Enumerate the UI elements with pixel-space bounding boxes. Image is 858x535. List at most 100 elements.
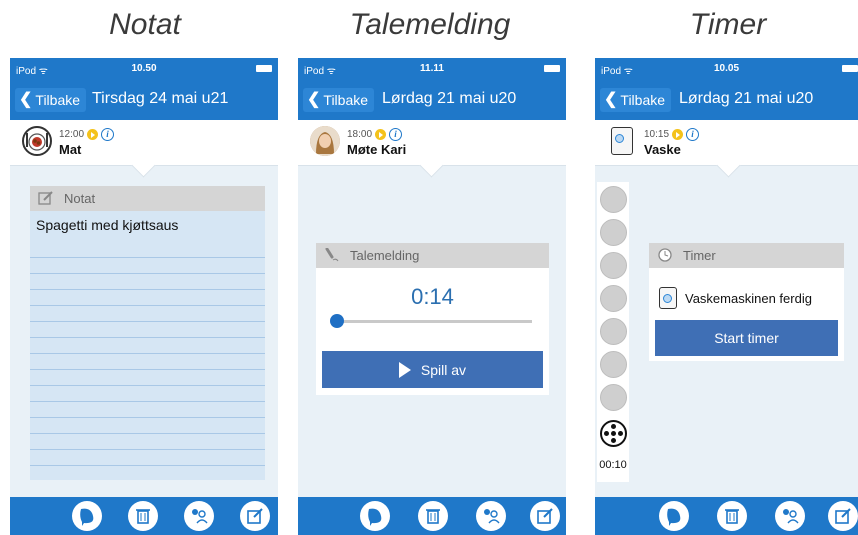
back-button[interactable]: ❮ Tilbake xyxy=(15,88,87,112)
start-timer-label: Start timer xyxy=(714,330,779,346)
caption-timer: Timer xyxy=(689,8,767,41)
card-header-label: Timer xyxy=(683,248,716,263)
status-time: 10.50 xyxy=(131,63,157,74)
speak-icon[interactable] xyxy=(72,501,102,531)
callout-pointer xyxy=(716,153,741,178)
event-header[interactable]: 10:15 i Vaske xyxy=(595,120,858,178)
contacts-icon[interactable] xyxy=(476,501,506,531)
edit-icon[interactable] xyxy=(530,501,560,531)
trash-icon[interactable] xyxy=(418,501,448,531)
callout-pointer xyxy=(419,153,444,178)
nav-title: Lørdag 21 mai u20 xyxy=(382,90,517,107)
event-time: 10:15 xyxy=(644,129,670,140)
play-icon[interactable] xyxy=(375,129,387,140)
clock-icon xyxy=(657,248,673,262)
washing-machine-icon xyxy=(607,126,637,156)
trash-icon[interactable] xyxy=(128,501,158,531)
edit-icon[interactable] xyxy=(828,501,858,531)
tab-bar xyxy=(595,497,858,535)
event-header[interactable]: 12:00 i Mat xyxy=(10,120,278,178)
play-icon[interactable] xyxy=(87,129,99,140)
card-header-label: Talemelding xyxy=(350,248,420,263)
status-bar: iPod ᯤ 10.50 xyxy=(10,58,278,80)
note-icon xyxy=(38,191,54,205)
start-timer-button[interactable]: Start timer xyxy=(655,320,838,356)
back-label: Tilbake xyxy=(620,92,666,108)
timer-dot xyxy=(600,186,627,213)
microphone-icon xyxy=(324,247,340,262)
note-text[interactable]: Spagetti med kjøttsaus xyxy=(30,211,265,239)
status-bar: iPod ᯤ 11.11 xyxy=(298,58,566,80)
timer-dice-icon xyxy=(600,420,627,447)
voice-card: Talemelding 0:14 Spill av xyxy=(316,243,549,395)
event-name: Vaske xyxy=(644,142,681,157)
timer-dot xyxy=(600,219,627,246)
back-button[interactable]: ❮ Tilbake xyxy=(303,88,375,112)
card-header: Timer xyxy=(649,243,844,268)
trash-icon[interactable] xyxy=(717,501,747,531)
nav-bar: ❮ Tilbake Tirsdag 24 mai u21 xyxy=(10,80,278,120)
meal-icon xyxy=(22,126,52,156)
event-time: 12:00 xyxy=(59,129,85,140)
caption-notat: Notat xyxy=(109,8,181,41)
timer-readout: 00:10 xyxy=(599,459,627,471)
timer-dot xyxy=(600,318,627,345)
battery-icon xyxy=(544,65,560,72)
nav-title: Tirsdag 24 mai u21 xyxy=(92,90,229,107)
play-button[interactable]: Spill av xyxy=(322,351,543,388)
play-triangle-icon xyxy=(398,361,411,378)
card-header: Talemelding xyxy=(316,243,549,268)
timer-card: Timer Vaskemaskinen ferdig Start timer xyxy=(649,243,844,361)
callout-pointer xyxy=(131,153,156,178)
back-button[interactable]: ❮ Tilbake xyxy=(600,88,672,112)
status-time: 11.11 xyxy=(420,63,444,74)
playback-slider-track[interactable] xyxy=(333,320,532,323)
chevron-left-icon: ❮ xyxy=(19,91,33,108)
event-name: Møte Kari xyxy=(347,142,407,157)
chevron-left-icon: ❮ xyxy=(604,91,618,108)
info-icon[interactable]: i xyxy=(686,128,700,141)
edit-icon[interactable] xyxy=(240,501,270,531)
card-header-label: Notat xyxy=(64,191,96,206)
timer-dot xyxy=(600,285,627,312)
status-bar: iPod ᯤ 10.05 xyxy=(595,58,858,80)
phone-talemelding: iPod ᯤ 11.11 ❮ Tilbake Lørdag 21 mai u20… xyxy=(298,58,566,535)
playback-slider-knob[interactable] xyxy=(330,314,344,328)
status-time: 10.05 xyxy=(713,63,740,74)
timer-label: Vaskemaskinen ferdig xyxy=(685,290,812,306)
card-header: Notat xyxy=(30,186,265,211)
play-icon[interactable] xyxy=(672,129,684,140)
event-name: Mat xyxy=(59,142,82,157)
chevron-left-icon: ❮ xyxy=(307,91,321,108)
battery-icon xyxy=(256,65,272,72)
battery-icon xyxy=(842,65,858,72)
contacts-icon[interactable] xyxy=(184,501,214,531)
timer-dot xyxy=(600,252,627,279)
event-time: 18:00 xyxy=(347,129,373,140)
person-avatar xyxy=(310,126,340,156)
timer-dot xyxy=(600,384,627,411)
speak-icon[interactable] xyxy=(659,501,689,531)
note-lines xyxy=(30,242,265,480)
speak-icon[interactable] xyxy=(360,501,390,531)
timer-dot xyxy=(600,351,627,378)
back-label: Tilbake xyxy=(323,92,369,108)
nav-bar: ❮ Tilbake Lørdag 21 mai u20 xyxy=(298,80,566,120)
nav-bar: ❮ Tilbake Lørdag 21 mai u20 xyxy=(595,80,858,120)
phone-timer: iPod ᯤ 10.05 ❮ Tilbake Lørdag 21 mai u20… xyxy=(595,58,858,535)
elapsed-time: 0:14 xyxy=(411,284,454,309)
contacts-icon[interactable] xyxy=(775,501,805,531)
tab-bar xyxy=(10,497,278,535)
phone-notat: iPod ᯤ 10.50 ❮ Tilbake Tirsdag 24 mai u2… xyxy=(10,58,278,535)
nav-title: Lørdag 21 mai u20 xyxy=(679,90,814,107)
washing-machine-icon xyxy=(659,287,677,309)
info-icon[interactable]: i xyxy=(389,128,403,141)
play-button-label: Spill av xyxy=(420,361,467,378)
event-header[interactable]: 18:00 i Møte Kari xyxy=(298,120,566,178)
tab-bar xyxy=(298,497,566,535)
caption-talemelding: Talemelding xyxy=(349,8,511,41)
back-label: Tilbake xyxy=(35,92,81,108)
timer-progress-column: 00:10 xyxy=(597,182,629,482)
note-card[interactable]: Notat Spagetti med kjøttsaus xyxy=(30,186,265,480)
info-icon[interactable]: i xyxy=(101,128,115,141)
